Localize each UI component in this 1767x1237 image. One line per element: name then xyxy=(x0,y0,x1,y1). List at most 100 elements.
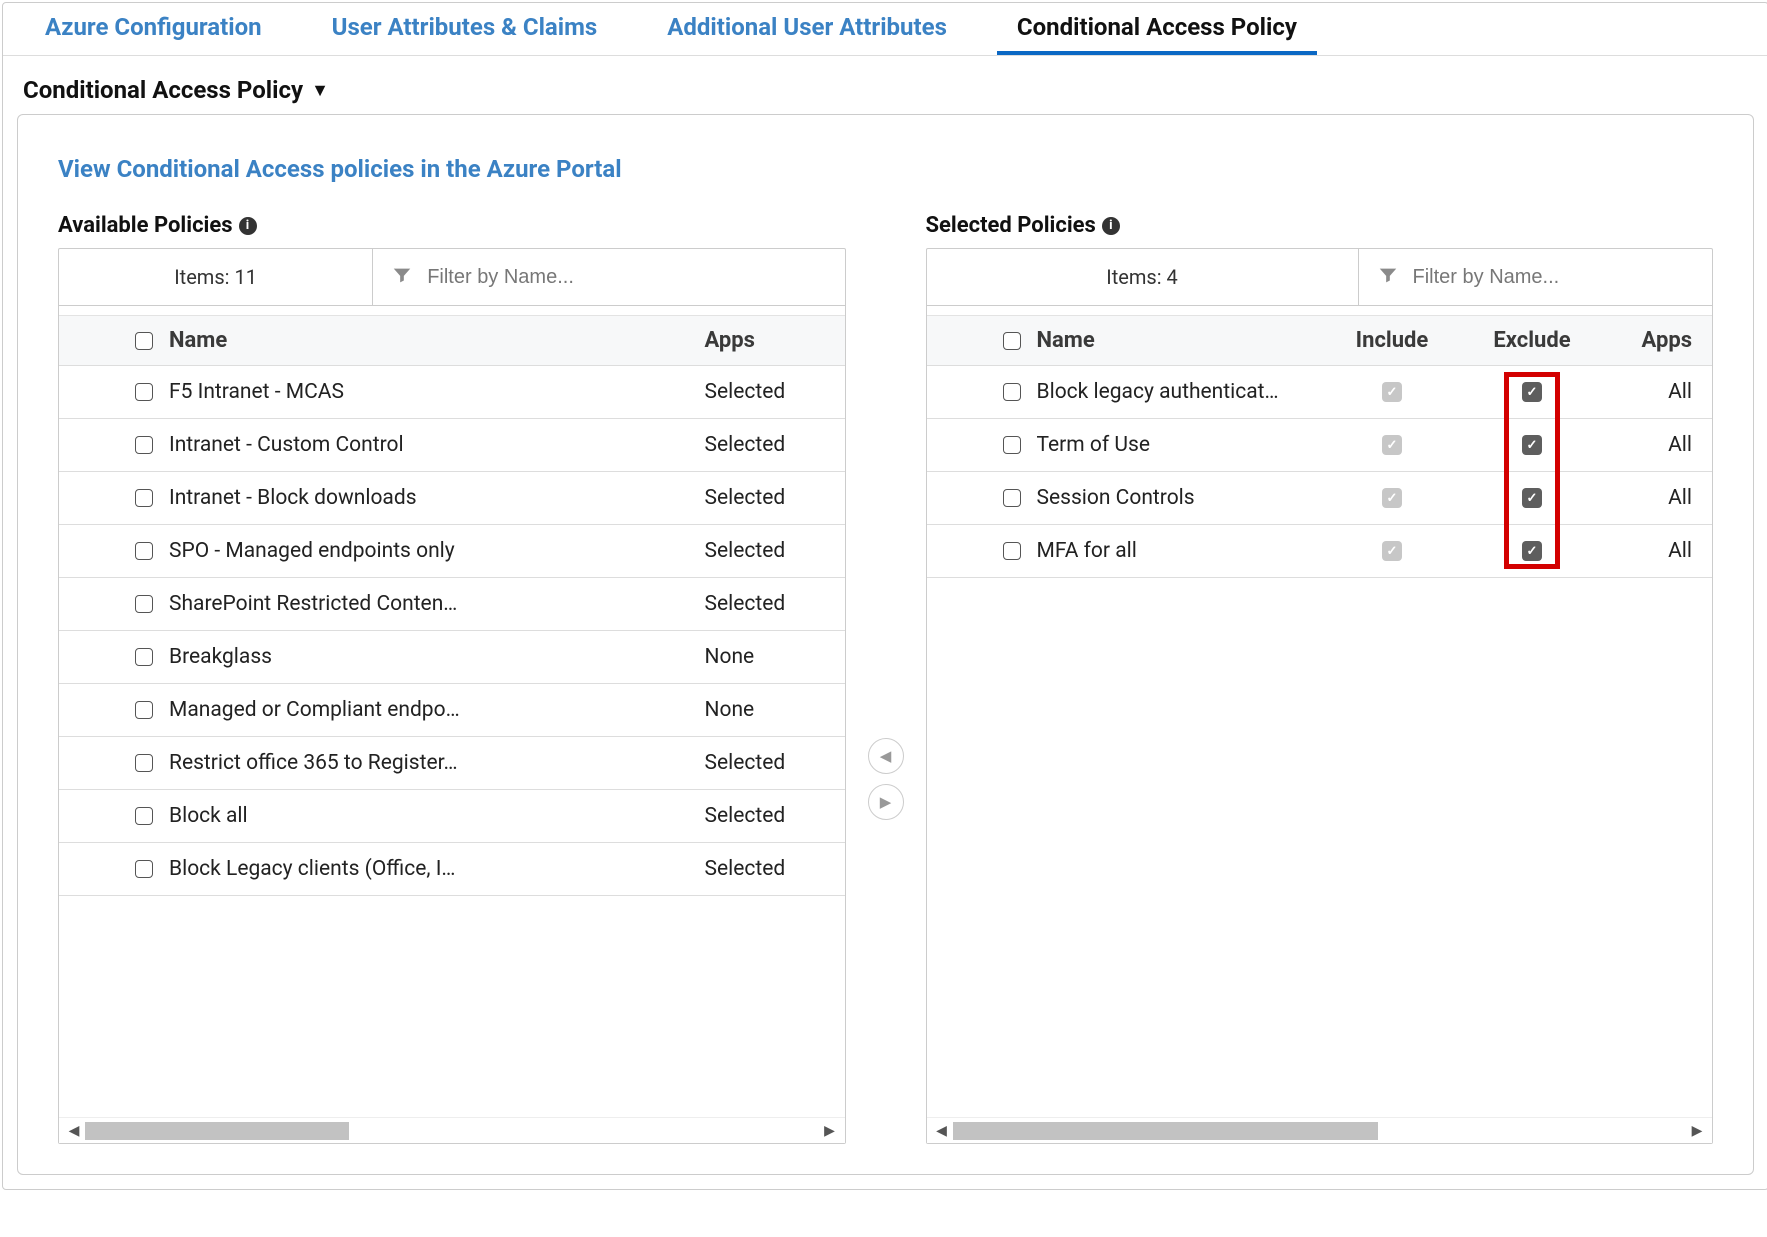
table-row[interactable]: Term of Use ✓ ✓ All xyxy=(927,419,1713,472)
selected-list-box: Items: 4 Name Include xyxy=(926,248,1714,1144)
table-row[interactable]: Block allSelected xyxy=(59,790,845,843)
policy-name: Restrict office 365 to Register… xyxy=(169,751,705,775)
exclude-checkbox[interactable]: ✓ xyxy=(1522,435,1542,455)
filter-icon xyxy=(391,264,413,291)
policy-apps: Selected xyxy=(705,592,845,616)
available-items-count: Items: 11 xyxy=(59,249,373,305)
selected-scroll-area[interactable]: Block legacy authenticat…✓✓AllTerm of Us… xyxy=(927,366,1713,1117)
policy-name: Block legacy authenticat… xyxy=(1037,380,1323,404)
selected-hscroll[interactable]: ◀ ▶ xyxy=(927,1117,1713,1143)
policy-name: Intranet - Block downloads xyxy=(169,486,705,510)
table-row[interactable]: Managed or Compliant endpo…None xyxy=(59,684,845,737)
include-checkbox: ✓ xyxy=(1382,541,1402,561)
table-row[interactable]: SharePoint Restricted Conten…Selected xyxy=(59,578,845,631)
available-filter-input[interactable] xyxy=(425,265,826,290)
row-checkbox[interactable] xyxy=(1003,489,1021,507)
selected-col-include[interactable]: Include xyxy=(1322,328,1462,353)
policy-apps: None xyxy=(705,645,845,669)
available-list-box: Items: 11 Name Apps xyxy=(58,248,846,1144)
chevron-down-icon: ▼ xyxy=(311,80,329,101)
info-icon[interactable]: i xyxy=(1102,217,1120,235)
tab-user-attributes-claims[interactable]: User Attributes & Claims xyxy=(312,3,618,55)
available-select-all-checkbox[interactable] xyxy=(135,332,153,350)
section-toggle[interactable]: Conditional Access Policy ▼ xyxy=(3,56,1767,114)
exclude-checkbox[interactable]: ✓ xyxy=(1522,541,1542,561)
policy-name: Intranet - Custom Control xyxy=(169,433,705,457)
policies-panel: View Conditional Access policies in the … xyxy=(17,114,1754,1175)
row-checkbox[interactable] xyxy=(135,595,153,613)
policy-apps: All xyxy=(1602,380,1712,404)
policy-apps: Selected xyxy=(705,804,845,828)
row-checkbox[interactable] xyxy=(135,489,153,507)
info-icon[interactable]: i xyxy=(239,217,257,235)
policy-name: Breakglass xyxy=(169,645,705,669)
policy-apps: Selected xyxy=(705,857,845,881)
table-row[interactable]: Intranet - Custom ControlSelected xyxy=(59,419,845,472)
move-left-button[interactable]: ◀ xyxy=(868,738,904,774)
row-checkbox[interactable] xyxy=(135,648,153,666)
available-hscroll[interactable]: ◀ ▶ xyxy=(59,1117,845,1143)
policy-apps: All xyxy=(1602,433,1712,457)
policy-apps: Selected xyxy=(705,751,845,775)
selected-col-name[interactable]: Name xyxy=(1037,328,1323,353)
policy-name: Session Controls xyxy=(1037,486,1323,510)
table-row[interactable]: Block legacy authenticat… ✓ ✓ All xyxy=(927,366,1713,419)
move-right-button[interactable]: ▶ xyxy=(868,784,904,820)
row-checkbox[interactable] xyxy=(135,542,153,560)
include-checkbox: ✓ xyxy=(1382,488,1402,508)
policy-apps: Selected xyxy=(705,486,845,510)
selected-col-exclude[interactable]: Exclude xyxy=(1462,328,1602,353)
include-checkbox: ✓ xyxy=(1382,382,1402,402)
selected-col-apps[interactable]: Apps xyxy=(1602,328,1712,353)
row-checkbox[interactable] xyxy=(135,860,153,878)
policy-apps: All xyxy=(1602,486,1712,510)
include-checkbox: ✓ xyxy=(1382,435,1402,455)
row-checkbox[interactable] xyxy=(1003,383,1021,401)
hscroll-left-icon[interactable]: ◀ xyxy=(931,1123,953,1139)
tab-conditional-access-policy[interactable]: Conditional Access Policy xyxy=(997,3,1317,55)
available-col-apps[interactable]: Apps xyxy=(705,328,845,353)
table-row[interactable]: F5 Intranet - MCASSelected xyxy=(59,366,845,419)
exclude-checkbox[interactable]: ✓ xyxy=(1522,382,1542,402)
row-checkbox[interactable] xyxy=(135,807,153,825)
table-row[interactable]: MFA for all ✓ ✓ All xyxy=(927,525,1713,578)
tab-azure-configuration[interactable]: Azure Configuration xyxy=(25,3,282,55)
row-checkbox[interactable] xyxy=(135,436,153,454)
selected-title: Selected Policies xyxy=(926,213,1096,238)
table-row[interactable]: Session Controls ✓ ✓ All xyxy=(927,472,1713,525)
hscroll-right-icon[interactable]: ▶ xyxy=(819,1123,841,1139)
table-row[interactable]: Restrict office 365 to Register…Selected xyxy=(59,737,845,790)
exclude-checkbox[interactable]: ✓ xyxy=(1522,488,1542,508)
row-checkbox[interactable] xyxy=(1003,436,1021,454)
policy-apps: Selected xyxy=(705,380,845,404)
policy-name: F5 Intranet - MCAS xyxy=(169,380,705,404)
selected-select-all-checkbox[interactable] xyxy=(1003,332,1021,350)
available-scroll-area[interactable]: F5 Intranet - MCASSelectedIntranet - Cus… xyxy=(59,366,845,1117)
available-col-name[interactable]: Name xyxy=(169,328,705,353)
row-checkbox[interactable] xyxy=(135,754,153,772)
row-checkbox[interactable] xyxy=(1003,542,1021,560)
selected-items-count: Items: 4 xyxy=(927,249,1359,305)
tab-additional-user-attributes[interactable]: Additional User Attributes xyxy=(647,3,967,55)
policy-name: SPO - Managed endpoints only xyxy=(169,539,705,563)
table-row[interactable]: BreakglassNone xyxy=(59,631,845,684)
policy-apps: Selected xyxy=(705,539,845,563)
policy-name: Block Legacy clients (Office, I… xyxy=(169,857,705,881)
tabs-bar: Azure Configuration User Attributes & Cl… xyxy=(3,3,1767,56)
table-row[interactable]: Block Legacy clients (Office, I…Selected xyxy=(59,843,845,896)
policy-name: Term of Use xyxy=(1037,433,1323,457)
policy-apps: All xyxy=(1602,539,1712,563)
policy-name: MFA for all xyxy=(1037,539,1323,563)
available-title: Available Policies xyxy=(58,213,233,238)
table-row[interactable]: Intranet - Block downloadsSelected xyxy=(59,472,845,525)
hscroll-left-icon[interactable]: ◀ xyxy=(63,1123,85,1139)
table-row[interactable]: SPO - Managed endpoints onlySelected xyxy=(59,525,845,578)
selected-filter-input[interactable] xyxy=(1411,265,1694,290)
policy-apps: Selected xyxy=(705,433,845,457)
view-in-azure-link[interactable]: View Conditional Access policies in the … xyxy=(58,155,622,183)
hscroll-right-icon[interactable]: ▶ xyxy=(1686,1123,1708,1139)
row-checkbox[interactable] xyxy=(135,383,153,401)
filter-icon xyxy=(1377,264,1399,291)
row-checkbox[interactable] xyxy=(135,701,153,719)
policy-name: Block all xyxy=(169,804,705,828)
